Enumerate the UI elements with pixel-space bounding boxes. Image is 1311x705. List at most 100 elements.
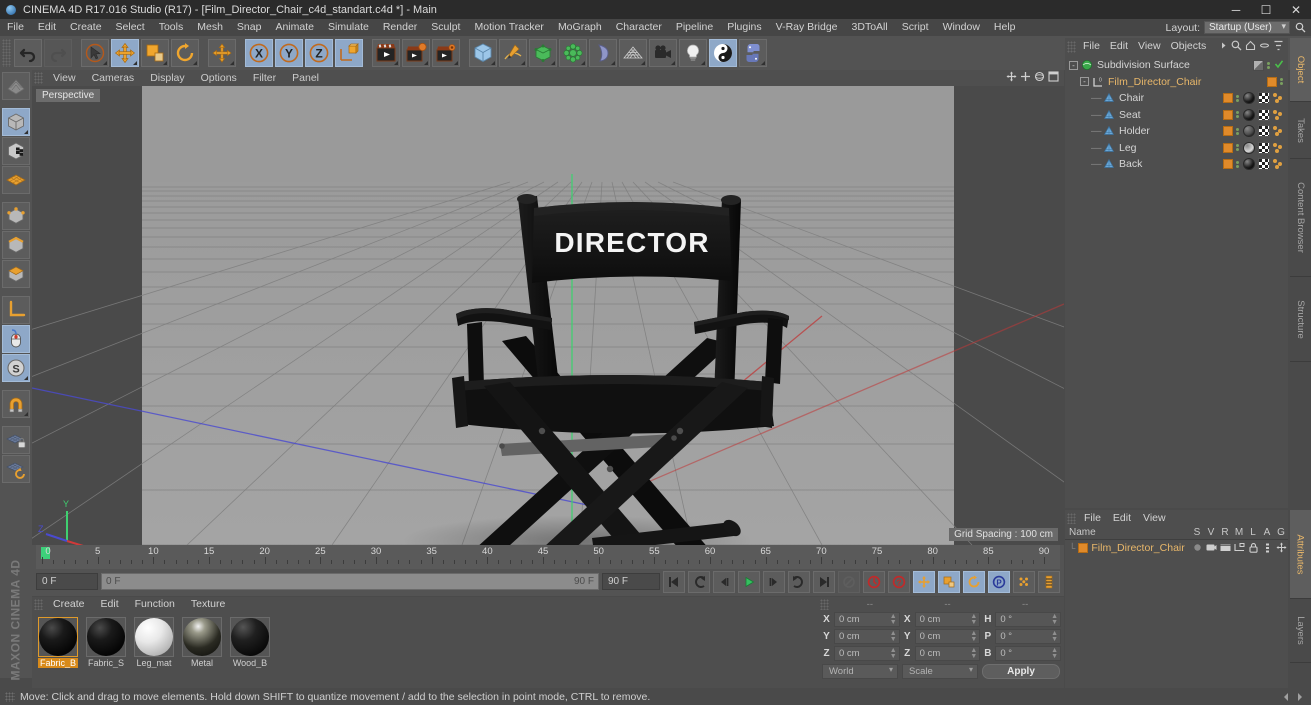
tab-structure[interactable]: Structure (1290, 277, 1311, 362)
phong-tag-icon[interactable] (1223, 142, 1233, 153)
material-preview-sphere[interactable] (86, 617, 126, 657)
visibility-dots-icon[interactable] (1280, 78, 1284, 86)
size-x-field[interactable]: 0 cm ▲ ▼ (914, 612, 981, 627)
model-mode-button[interactable] (2, 108, 30, 136)
add-camera-button[interactable] (649, 39, 677, 67)
enabled-check-icon[interactable] (1274, 59, 1284, 72)
world-coordinate-button[interactable] (335, 39, 363, 67)
axis-corner-button[interactable] (2, 296, 30, 324)
size-y-field[interactable]: 0 cm ▲ ▼ (914, 629, 981, 644)
layer-menu-edit[interactable]: Edit (1107, 510, 1137, 526)
size-mode-dropdown[interactable]: Scale (902, 663, 978, 679)
workplane-lock-button[interactable] (2, 426, 30, 454)
object-menu-objects[interactable]: Objects (1166, 38, 1212, 55)
play-button[interactable] (738, 570, 760, 593)
previous-keyframe-button[interactable] (688, 570, 710, 593)
material-item[interactable]: Wood_B (230, 617, 270, 668)
move-axis-button[interactable] (208, 39, 236, 67)
object-menu-file[interactable]: File (1078, 38, 1105, 55)
viewport-3d-canvas[interactable]: Perspective Grid Spacing : 100 cm DIRECT… (32, 86, 1064, 545)
position-y-field[interactable]: 0 cm ▲ ▼ (834, 629, 900, 644)
rotation-h-field[interactable]: 0 ° ▲ ▼ (995, 612, 1062, 627)
menu-edit[interactable]: Edit (31, 19, 63, 36)
end-frame-field[interactable]: 90 F (602, 573, 660, 590)
maximize-button[interactable]: ☐ (1251, 0, 1281, 19)
tab-content-browser[interactable]: Content Browser (1290, 159, 1311, 277)
menu-mograph[interactable]: MoGraph (551, 19, 609, 36)
spinner-icon[interactable]: ▲ ▼ (1051, 647, 1058, 660)
coordinates-grip[interactable] (820, 598, 829, 610)
menu-sculpt[interactable]: Sculpt (424, 19, 467, 36)
menu-character[interactable]: Character (609, 19, 669, 36)
menu-snap[interactable]: Snap (230, 19, 269, 36)
tab-object[interactable]: Object (1290, 38, 1311, 102)
selection-tag-icon[interactable] (1273, 142, 1284, 154)
undo-button[interactable] (14, 39, 42, 67)
current-frame-field[interactable]: 0 F (36, 573, 98, 590)
position-z-field[interactable]: 0 cm ▲ ▼ (834, 646, 900, 661)
visibility-dots-icon[interactable] (1267, 61, 1271, 69)
layer-toggle-l[interactable] (1246, 542, 1260, 553)
point-mode-button[interactable] (2, 202, 30, 230)
rotation-p-field[interactable]: 0 ° ▲ ▼ (995, 629, 1062, 644)
viewport-menu-display[interactable]: Display (142, 70, 192, 86)
material-preview-sphere[interactable] (230, 617, 270, 657)
layer-toggle-m[interactable] (1232, 543, 1246, 552)
material-preview-sphere[interactable] (182, 617, 222, 657)
autokeying-button[interactable] (863, 570, 885, 593)
material-item[interactable]: Metal (182, 617, 222, 668)
selection-tag-icon[interactable] (1273, 109, 1284, 121)
uvw-tag-icon[interactable] (1258, 125, 1270, 138)
add-array-button[interactable] (559, 39, 587, 67)
material-menu-texture[interactable]: Texture (183, 597, 233, 612)
material-menu-create[interactable]: Create (45, 597, 93, 612)
add-deformer-button[interactable] (589, 39, 617, 67)
time-range-slider[interactable]: 0 F 90 F (101, 573, 599, 590)
add-floor-button[interactable] (619, 39, 647, 67)
menu-help[interactable]: Help (987, 19, 1023, 36)
home-icon[interactable] (1245, 40, 1256, 54)
menu-window[interactable]: Window (936, 19, 987, 36)
add-spline-button[interactable] (499, 39, 527, 67)
layer-menu-view[interactable]: View (1137, 510, 1172, 526)
object-row[interactable]: — Holder (1065, 123, 1288, 140)
material-item[interactable]: Fabric_B (38, 617, 78, 668)
parameter-key-button[interactable]: P (988, 570, 1010, 593)
zoom-icon[interactable] (1020, 71, 1031, 85)
select-tool-button[interactable] (81, 39, 109, 67)
phong-tag-icon[interactable] (1223, 159, 1233, 170)
material-tag-icon[interactable] (1243, 141, 1255, 154)
lock-x-button[interactable]: X (245, 39, 273, 67)
next-frame-button[interactable] (763, 570, 785, 593)
menu-v-ray-bridge[interactable]: V-Ray Bridge (769, 19, 845, 36)
object-row[interactable]: — Back (1065, 156, 1288, 173)
timeline-ruler[interactable]: 0 5 10 15 20 25 30 35 40 45 50 55 60 65 70 75 80 85 90 (36, 545, 1060, 569)
spinner-icon[interactable]: ▲ ▼ (1051, 630, 1058, 643)
layer-toggle-g[interactable] (1274, 542, 1288, 553)
edge-mode-button[interactable] (2, 231, 30, 259)
material-menu-edit[interactable]: Edit (93, 597, 127, 612)
toolbar-grip[interactable] (2, 39, 11, 67)
position-key-button[interactable] (913, 570, 935, 593)
material-tag-icon[interactable] (1243, 158, 1255, 171)
selection-tag-icon[interactable] (1273, 92, 1284, 104)
point-level-animation-button[interactable] (1013, 570, 1035, 593)
menu-animate[interactable]: Animate (268, 19, 321, 36)
make-editable-button[interactable] (2, 72, 30, 100)
rotation-key-button[interactable] (963, 570, 985, 593)
polygon-mode-button[interactable] (2, 166, 30, 194)
object-manager-grip[interactable] (1067, 40, 1076, 53)
material-tag-icon[interactable] (1243, 125, 1255, 138)
python-script-button[interactable] (739, 39, 767, 67)
visibility-dots-icon[interactable] (1236, 94, 1240, 102)
tab-layers[interactable]: Layers (1290, 599, 1311, 663)
material-preview-sphere[interactable] (38, 617, 78, 657)
tab-attributes[interactable]: Attributes (1290, 510, 1311, 599)
lock-z-button[interactable]: Z (305, 39, 333, 67)
spinner-icon[interactable]: ▲ ▼ (1051, 613, 1058, 626)
phong-tag-icon[interactable] (1223, 109, 1233, 120)
apply-button[interactable]: Apply (982, 663, 1060, 679)
menu-simulate[interactable]: Simulate (321, 19, 376, 36)
next-keyframe-button[interactable] (788, 570, 810, 593)
minimize-button[interactable]: ─ (1221, 0, 1251, 19)
